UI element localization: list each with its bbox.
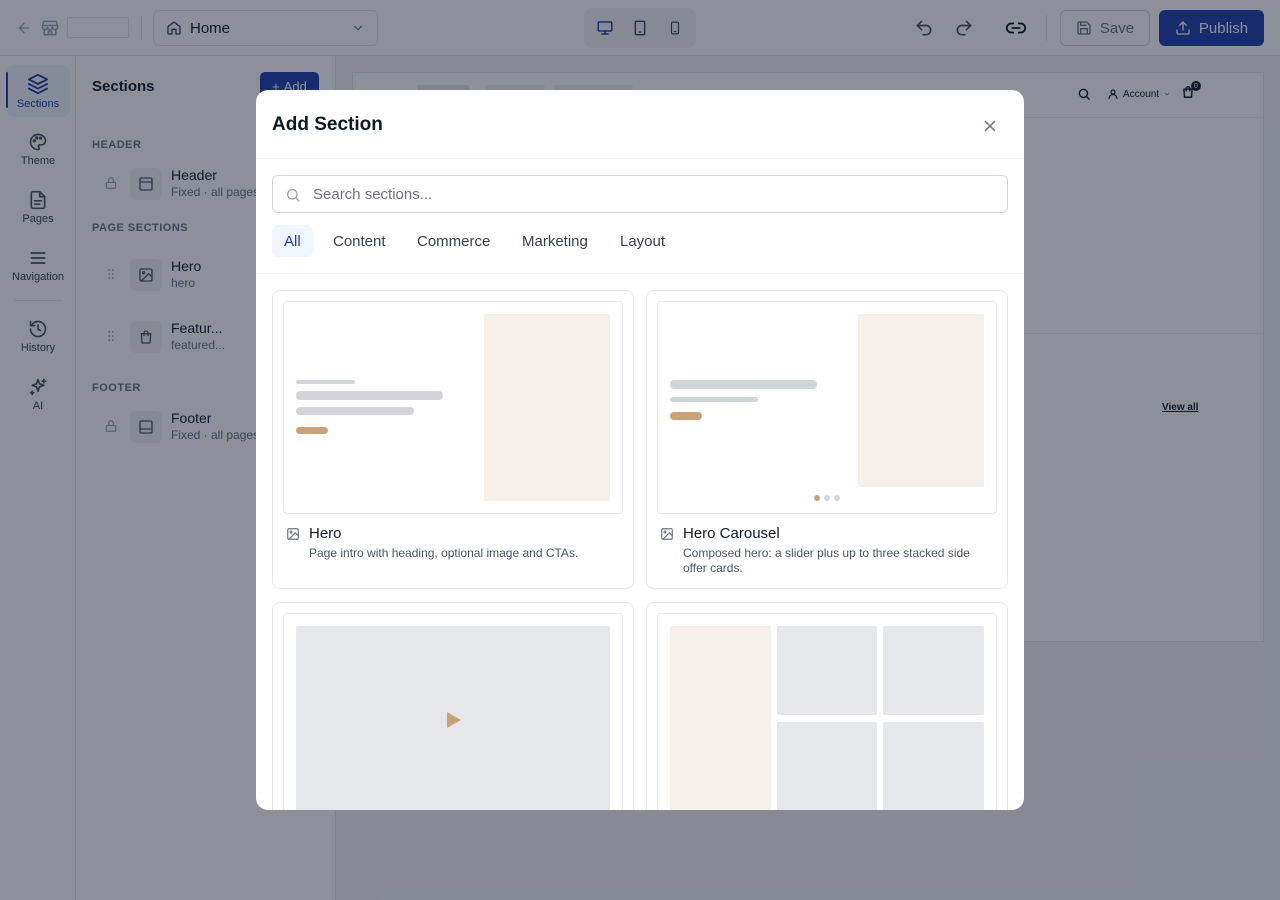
- modal-title: Add Section: [272, 114, 383, 135]
- section-card-hero[interactable]: Hero Page intro with heading, optional i…: [272, 290, 634, 589]
- preview-grid-tile: [777, 722, 877, 810]
- card-description: Composed hero: a slider plus up to three…: [683, 546, 970, 575]
- tab-commerce[interactable]: Commerce: [405, 225, 502, 257]
- preview-slide-image: [858, 314, 984, 487]
- image-icon: [660, 527, 674, 541]
- carousel-dot: [834, 495, 840, 501]
- tab-content[interactable]: Content: [321, 225, 398, 257]
- search-box: [272, 175, 1008, 213]
- tab-marketing[interactable]: Marketing: [510, 225, 600, 257]
- card-preview: [283, 301, 623, 514]
- tab-layout[interactable]: Layout: [608, 225, 677, 257]
- divider: [256, 158, 1024, 159]
- close-button[interactable]: [978, 114, 1002, 138]
- preview-grid-tile: [777, 626, 877, 715]
- search-icon: [285, 187, 301, 203]
- search-input[interactable]: [313, 176, 993, 212]
- card-name: Hero Carousel: [683, 525, 780, 542]
- add-section-modal: Add Section All Content Commerce Marketi…: [256, 90, 1024, 810]
- carousel-dot: [824, 495, 830, 501]
- section-card-video[interactable]: [272, 602, 634, 810]
- preview-feature-tile: [670, 626, 771, 810]
- preview-heading-line: [670, 380, 817, 389]
- card-preview: [283, 613, 623, 810]
- section-card-grid[interactable]: [646, 602, 1008, 810]
- carousel-dot-active: [814, 495, 820, 501]
- card-preview: [657, 301, 997, 514]
- play-icon: [446, 711, 462, 729]
- close-icon: [984, 120, 996, 132]
- section-card-hero-carousel[interactable]: Hero Carousel Composed hero: a slider pl…: [646, 290, 1008, 589]
- preview-subheading-line: [296, 407, 414, 415]
- card-name: Hero: [309, 525, 342, 542]
- preview-subheading-line: [670, 397, 758, 402]
- preview-heading-line: [296, 391, 443, 400]
- preview-eyebrow: [296, 380, 355, 384]
- divider: [256, 273, 1024, 274]
- preview-grid-tile: [883, 722, 984, 810]
- card-preview: [657, 613, 997, 810]
- preview-grid-tile: [883, 626, 984, 715]
- preview-image: [484, 314, 610, 501]
- preview-cta: [296, 427, 328, 434]
- image-icon: [286, 527, 300, 541]
- tab-all[interactable]: All: [272, 225, 313, 257]
- preview-cta: [670, 412, 702, 420]
- card-description: Page intro with heading, optional image …: [309, 546, 579, 560]
